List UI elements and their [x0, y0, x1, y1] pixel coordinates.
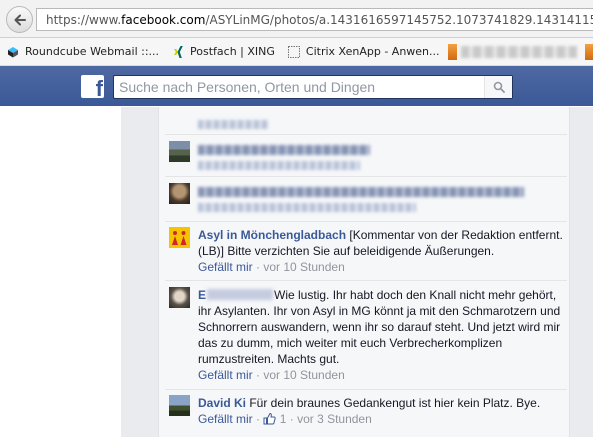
avatar[interactable] — [169, 183, 190, 204]
url-field[interactable]: https://www.facebook.com/ASYLinMG/photos… — [36, 8, 593, 31]
comment-author[interactable]: David Ki — [198, 396, 246, 410]
bookmark-roundcube[interactable]: Roundcube Webmail ::... — [6, 45, 159, 59]
browser-address-bar: https://www.facebook.com/ASYLinMG/photos… — [0, 0, 593, 38]
bookmark-redacted-icon[interactable] — [447, 43, 458, 60]
divider — [165, 280, 567, 281]
comment-author[interactable]: E — [198, 288, 274, 302]
divider — [165, 176, 567, 177]
facebook-header: f — [0, 66, 593, 106]
avatar[interactable] — [169, 395, 190, 416]
comment-author[interactable]: Asyl in Mönchengladbach — [198, 228, 346, 242]
bookmark-xing[interactable]: Postfach | XING — [171, 45, 275, 59]
divider — [165, 389, 567, 390]
comment-time[interactable]: vor 10 Stunden — [263, 368, 344, 382]
redacted-comment-text — [198, 186, 524, 197]
search-icon — [493, 81, 505, 93]
like-link[interactable]: Gefällt mir — [198, 412, 253, 426]
search-button[interactable] — [484, 76, 512, 98]
redacted-meta — [198, 161, 360, 171]
comment-text: Für dein braunes Gedankengut ist hier ke… — [246, 396, 541, 410]
comment-meta: Gefällt mir · 1 · vor 3 Stunden — [198, 412, 372, 426]
comment-meta: Gefällt mir · vor 10 Stunden — [198, 260, 345, 274]
arrow-left-icon — [14, 14, 26, 25]
back-button[interactable] — [6, 6, 33, 33]
like-link[interactable]: Gefällt mir — [198, 368, 253, 382]
citrix-icon — [287, 45, 300, 58]
avatar[interactable] — [169, 287, 190, 308]
like-link[interactable]: Gefällt mir — [198, 260, 253, 274]
comment-meta: Gefällt mir · vor 10 Stunden — [198, 368, 345, 382]
bookmark-redacted-label — [461, 45, 578, 58]
comment-time[interactable]: vor 10 Stunden — [263, 260, 344, 274]
facebook-logo[interactable]: f — [81, 75, 104, 98]
search-box — [113, 75, 513, 99]
like-count[interactable]: 1 — [263, 412, 286, 426]
bookmark-citrix[interactable]: Citrix XenApp - Anwen... — [287, 45, 440, 59]
comment-time[interactable]: vor 3 Stunden — [297, 412, 372, 426]
url-text: https://www.facebook.com/ASYLinMG/photos… — [46, 12, 593, 27]
asyl-logo-icon — [172, 230, 187, 245]
bookmark-redacted-icon-2[interactable] — [585, 43, 593, 60]
divider — [165, 134, 567, 135]
avatar[interactable] — [169, 227, 190, 248]
redacted-meta — [198, 203, 416, 213]
roundcube-icon — [8, 46, 18, 57]
redacted-name — [207, 289, 274, 300]
bookmarks-bar: Roundcube Webmail ::... Postfach | XING … — [0, 38, 593, 66]
divider — [165, 221, 567, 222]
thumbs-up-icon — [263, 412, 277, 425]
redacted-comment-text — [198, 144, 370, 155]
search-input[interactable] — [114, 76, 484, 98]
xing-icon — [174, 45, 183, 58]
avatar[interactable] — [169, 141, 190, 162]
redacted-meta — [198, 120, 268, 130]
